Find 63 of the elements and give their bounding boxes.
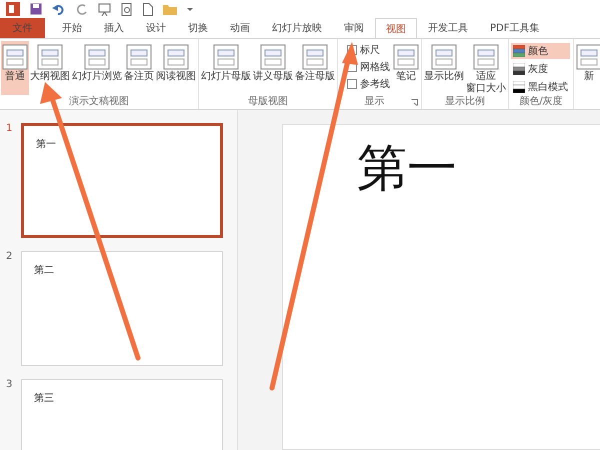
view-button[interactable]: 备注页 (123, 41, 155, 95)
ribbon-tab[interactable]: PDF工具集 (479, 18, 550, 38)
view-icon (473, 43, 499, 71)
redo-icon[interactable] (76, 3, 88, 15)
slide-number: 1 (6, 123, 14, 136)
view-button[interactable]: 阅读视图 (155, 41, 197, 95)
new-file-icon[interactable] (143, 2, 153, 16)
color-mode-button[interactable]: 黑白模式 (511, 79, 570, 95)
ribbon-tab[interactable]: 审阅 (333, 18, 375, 38)
save-icon[interactable] (30, 3, 42, 15)
ribbon-tab[interactable]: 开始 (51, 18, 93, 38)
thumbnail-title: 第一 (36, 139, 56, 150)
view-icon (126, 43, 152, 71)
view-icon (302, 43, 328, 71)
thumbnail-title: 第三 (34, 393, 54, 404)
thumbnail-title: 第二 (34, 265, 54, 276)
view-button[interactable]: 新 (575, 41, 600, 109)
view-icon (37, 43, 63, 71)
preview-icon[interactable] (121, 2, 133, 16)
ribbon-tab[interactable]: 动画 (219, 18, 261, 38)
swatch-icon (513, 45, 525, 57)
slide-number: 3 (6, 379, 14, 392)
view-icon (213, 43, 239, 71)
undo-icon[interactable] (52, 3, 66, 15)
slide-thumbnail[interactable]: 第二 (21, 251, 223, 366)
swatch-icon (513, 63, 525, 75)
ribbon-tab[interactable]: 开发工具 (417, 18, 479, 38)
slide-thumbnail[interactable]: 第一 (21, 123, 223, 238)
view-button[interactable]: 大纲视图 (29, 41, 71, 95)
group-label: 颜色/灰度 (518, 95, 564, 109)
view-button[interactable]: 适应 窗口大小 (465, 41, 507, 95)
view-icon (431, 43, 457, 71)
view-button[interactable]: 笔记 (392, 41, 420, 95)
dialog-launcher-icon[interactable] (411, 99, 418, 106)
ribbon-tab[interactable]: 幻灯片放映 (261, 18, 333, 38)
dropdown-icon[interactable] (187, 6, 193, 12)
group-label: 显示 (364, 95, 386, 109)
ribbon-tab[interactable]: 设计 (135, 18, 177, 38)
group-label: 演示文稿视图 (68, 95, 130, 109)
show-checkbox[interactable]: 参考线 (347, 77, 390, 91)
slide-title: 第一 (357, 138, 457, 199)
slide-thumbnail[interactable]: 第三 (21, 379, 223, 450)
view-icon (393, 43, 419, 71)
view-icon (84, 43, 110, 71)
swatch-icon (513, 81, 525, 93)
group-label: 显示比例 (444, 95, 486, 109)
view-button[interactable]: 普通 (1, 41, 29, 95)
view-button[interactable]: 讲义母版 (252, 41, 294, 95)
view-icon (163, 43, 189, 71)
view-button[interactable]: 幻灯片浏览 (71, 41, 123, 95)
presentation-icon[interactable] (98, 2, 111, 16)
view-icon (260, 43, 286, 71)
color-mode-button[interactable]: 灰度 (511, 61, 570, 77)
slide-number: 2 (6, 251, 14, 264)
ribbon-tab[interactable]: 切换 (177, 18, 219, 38)
color-mode-button[interactable]: 颜色 (511, 43, 570, 59)
view-button[interactable]: 幻灯片母版 (200, 41, 252, 95)
view-button[interactable]: 备注母版 (294, 41, 336, 95)
ribbon-tab[interactable]: 插入 (93, 18, 135, 38)
slide-canvas[interactable]: 第一 (282, 124, 600, 450)
ribbon-tab[interactable]: 视图 (375, 18, 417, 38)
group-label: 母版视图 (247, 95, 289, 109)
view-button[interactable]: 显示比例 (423, 41, 465, 95)
